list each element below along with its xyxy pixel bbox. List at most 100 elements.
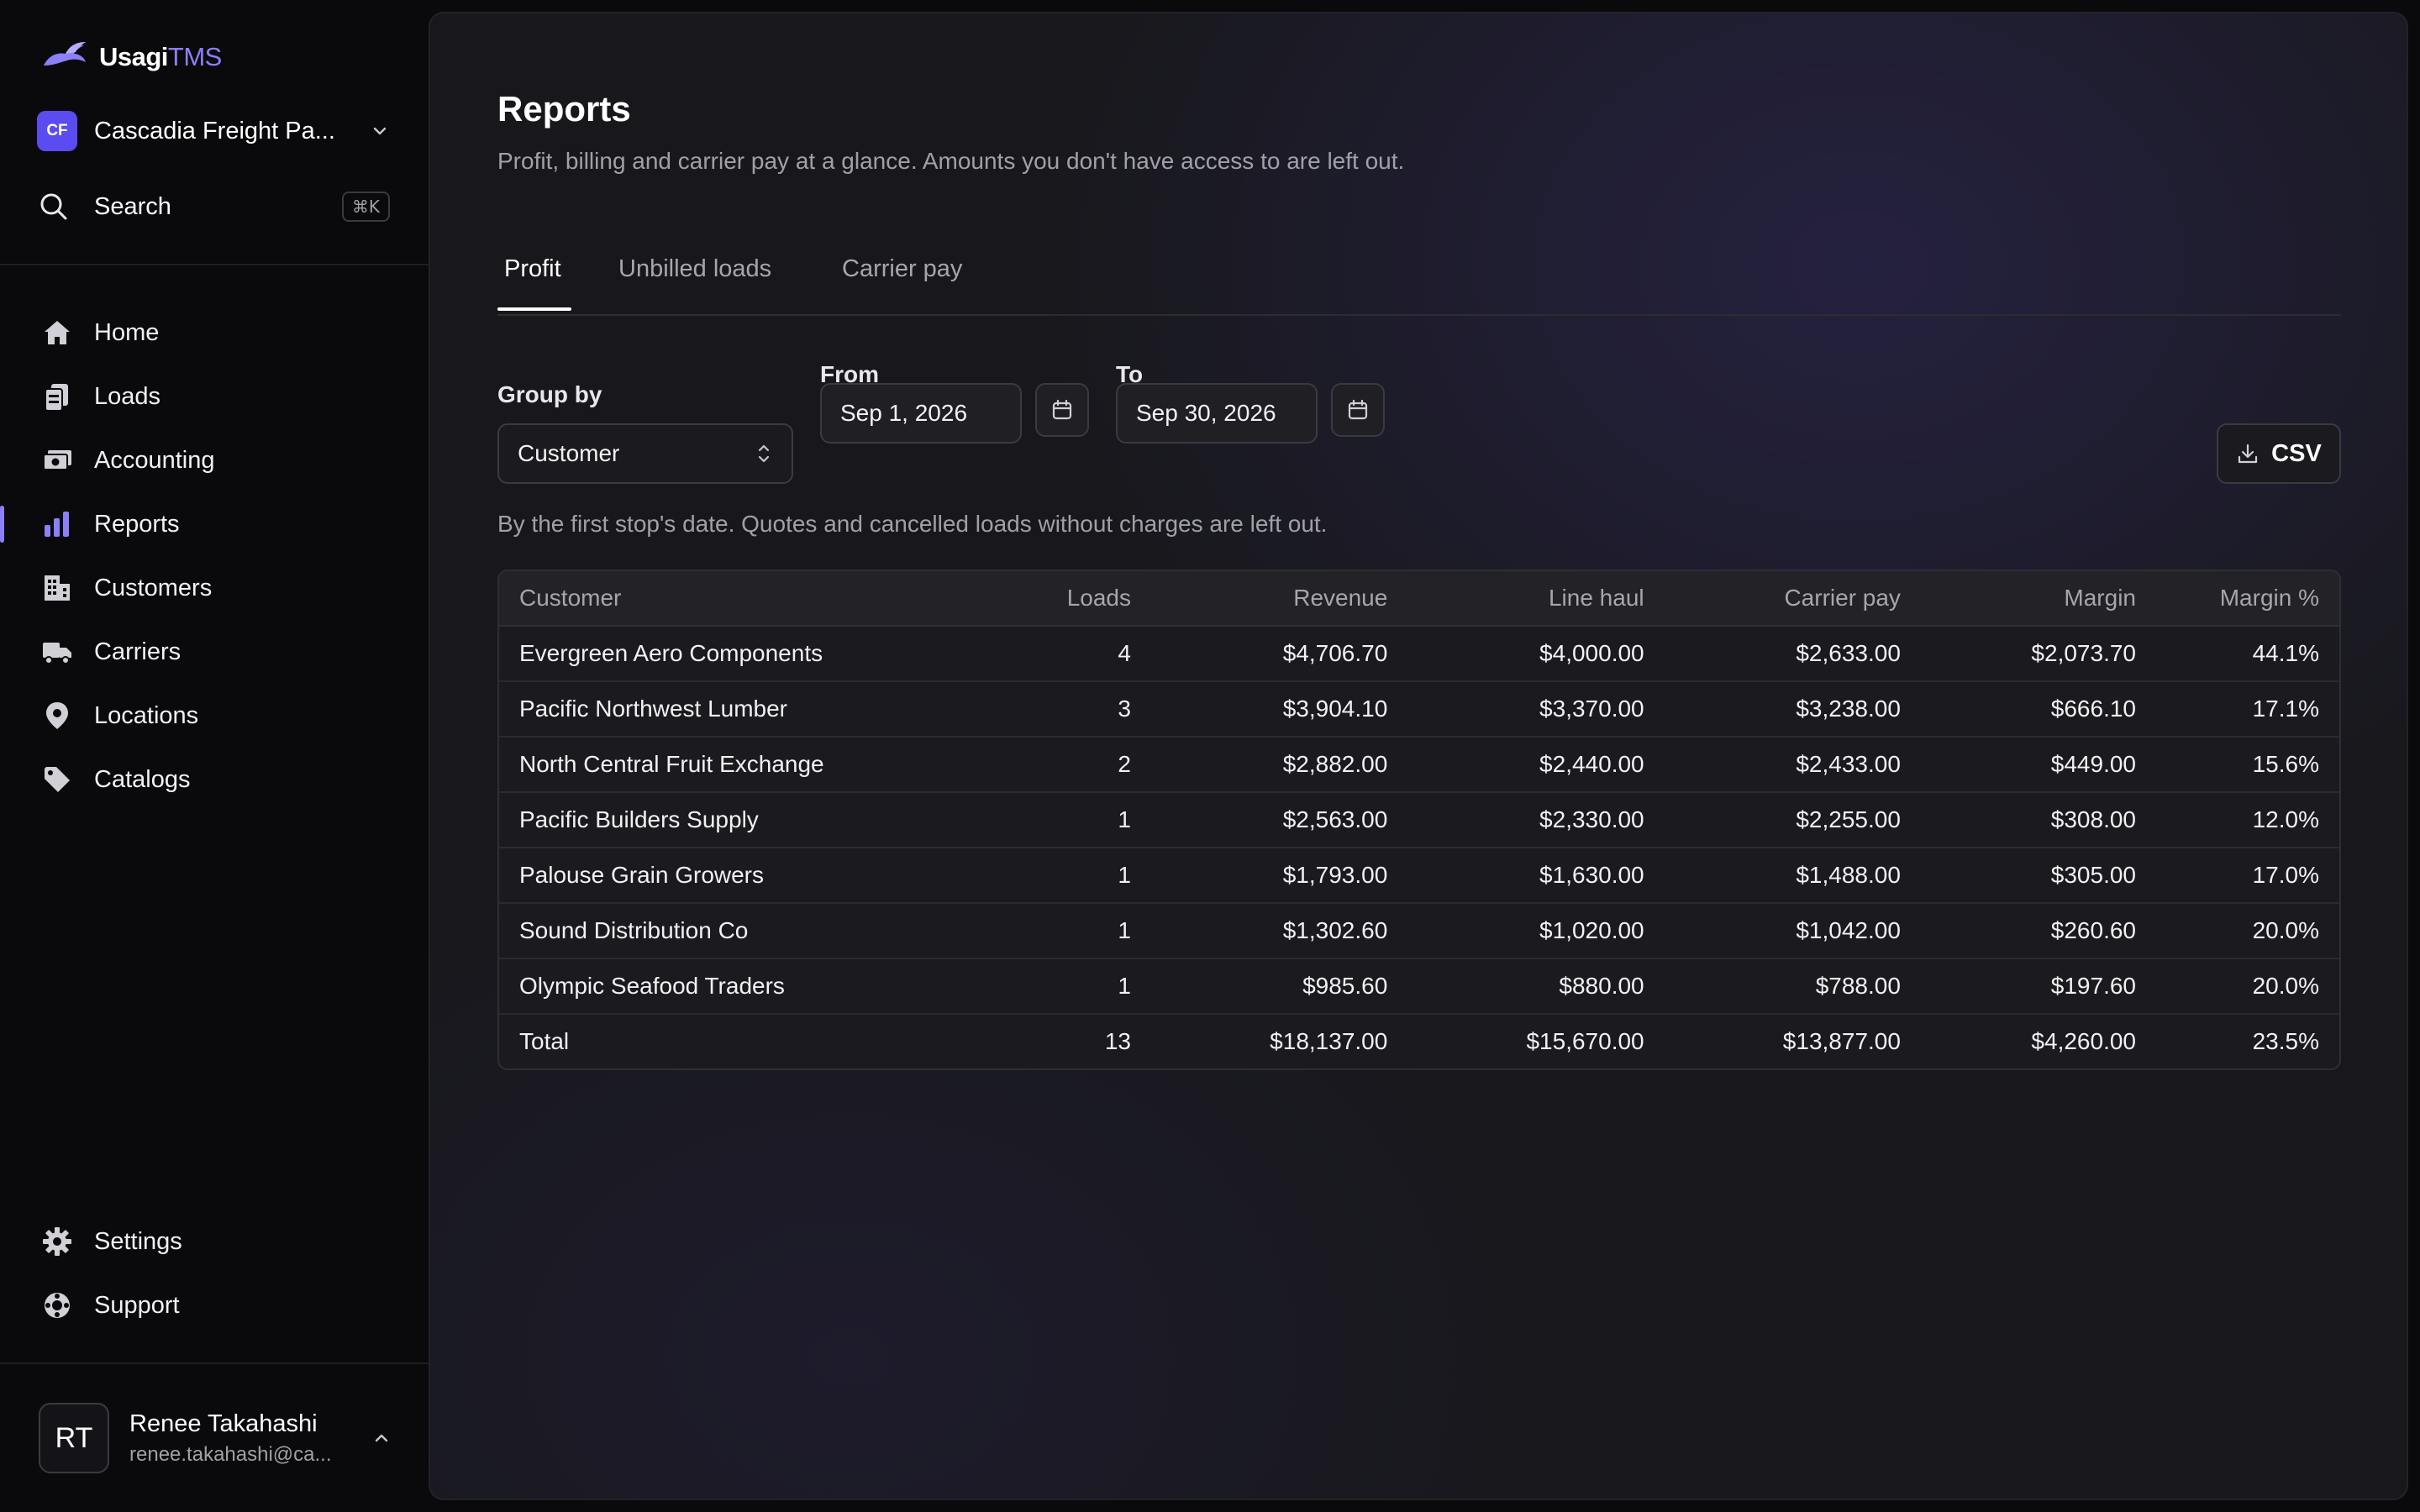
page-title: Reports (497, 89, 631, 129)
search-button[interactable]: Search ⌘K (37, 186, 390, 227)
nav-item-settings[interactable]: Settings (0, 1210, 429, 1273)
nav-label-locations: Locations (94, 701, 199, 729)
tab-profit[interactable]: Profit (504, 255, 561, 283)
cell-revenue: $1,793.00 (1151, 848, 1408, 904)
col-carrier-pay[interactable]: Carrier pay (1664, 571, 1921, 627)
to-date-input[interactable]: Sep 30, 2026 (1116, 383, 1318, 444)
cell-carrier-pay: $2,255.00 (1664, 792, 1921, 848)
loads-icon (40, 380, 74, 413)
table-row[interactable]: Olympic Seafood Traders 1 $985.60 $880.0… (499, 958, 2339, 1015)
home-icon (40, 316, 74, 349)
cell-loads: 4 (976, 626, 1151, 682)
reports-icon (40, 507, 74, 541)
table-row[interactable]: North Central Fruit Exchange 2 $2,882.00… (499, 737, 2339, 793)
from-date-input[interactable]: Sep 1, 2026 (820, 383, 1022, 444)
nav-label-customers: Customers (94, 574, 213, 601)
cell-margin-pct: 17.1% (2156, 681, 2339, 738)
nav-item-accounting[interactable]: Accounting (0, 428, 429, 492)
search-icon (40, 193, 67, 220)
nav-item-customers[interactable]: Customers (0, 556, 429, 620)
table-row[interactable]: Pacific Builders Supply 1 $2,563.00 $2,3… (499, 792, 2339, 848)
cell-loads: 1 (976, 792, 1151, 848)
rabbit-logo-icon (44, 42, 86, 66)
nav-item-catalogs[interactable]: Catalogs (0, 748, 429, 811)
col-line-haul[interactable]: Line haul (1407, 571, 1665, 627)
cell-customer: Pacific Northwest Lumber (499, 681, 976, 738)
csv-label: CSV (2271, 439, 2322, 467)
total-carrier-pay: $13,877.00 (1782, 1028, 1901, 1054)
nav-item-carriers[interactable]: Carriers (0, 620, 429, 684)
brand-name-part2: TMS (167, 42, 222, 71)
nav-label-settings: Settings (94, 1227, 182, 1255)
calendar-icon (1348, 399, 1368, 420)
sidebar-divider-bottom (0, 1362, 429, 1364)
cell-loads: 3 (976, 681, 1151, 738)
col-margin-pct[interactable]: Margin % (2156, 571, 2339, 627)
cell-margin: $2,073.70 (1920, 626, 2156, 682)
nav-item-locations[interactable]: Locations (0, 684, 429, 748)
nav-item-support[interactable]: Support (0, 1273, 429, 1337)
nav-label-carriers: Carriers (94, 638, 182, 665)
sidebar: UsagiTMS CF Cascadia Freight Pa... Searc… (0, 0, 429, 1512)
col-margin[interactable]: Margin (1920, 571, 2156, 627)
col-customer[interactable]: Customer (499, 571, 976, 627)
org-badge: CF (37, 111, 77, 151)
table-row[interactable]: Palouse Grain Growers 1 $1,793.00 $1,630… (499, 848, 2339, 904)
org-switcher[interactable]: CF Cascadia Freight Pa... (37, 111, 390, 151)
cell-margin: $305.00 (1920, 848, 2156, 904)
cell-carrier-pay: $788.00 (1664, 958, 1921, 1015)
cell-line-haul: $1,020.00 (1407, 903, 1665, 959)
cell-margin-pct: 20.0% (2156, 958, 2339, 1015)
nav-label-catalogs: Catalogs (94, 765, 191, 793)
nav-item-home[interactable]: Home (0, 301, 429, 365)
tab-carrier-pay[interactable]: Carrier pay (842, 255, 962, 283)
cell-customer: Olympic Seafood Traders (499, 958, 976, 1015)
cell-customer: Evergreen Aero Components (499, 626, 976, 682)
cell-margin-pct: 44.1% (2156, 626, 2339, 682)
cell-revenue: $4,706.70 (1151, 626, 1408, 682)
search-label: Search (94, 192, 171, 220)
user-email: renee.takahashi@ca... (129, 1442, 332, 1466)
group-by-value: Customer (518, 440, 620, 466)
total-line-haul: $15,670.00 (1526, 1028, 1644, 1054)
brand-logo[interactable]: UsagiTMS (40, 39, 222, 76)
nav-item-loads[interactable]: Loads (0, 365, 429, 428)
table-header-row: Customer Loads Revenue Line haul Carrier… (499, 571, 2339, 627)
col-loads[interactable]: Loads (976, 571, 1151, 627)
cell-customer: Pacific Builders Supply (499, 792, 976, 848)
csv-export-button[interactable]: CSV (2217, 423, 2341, 484)
cell-line-haul: $3,370.00 (1407, 681, 1665, 738)
cell-margin: $666.10 (1920, 681, 2156, 738)
table-row[interactable]: Evergreen Aero Components 4 $4,706.70 $4… (499, 626, 2339, 682)
nav-label-accounting: Accounting (94, 446, 215, 474)
avatar: RT (39, 1403, 109, 1473)
org-name: Cascadia Freight Pa... (94, 117, 335, 144)
chevron-down-icon (373, 127, 387, 135)
tab-unbilled-loads[interactable]: Unbilled loads (618, 255, 771, 283)
cell-loads: 2 (976, 737, 1151, 793)
group-by-select[interactable]: Customer (497, 423, 793, 484)
total-label: Total (519, 1028, 570, 1054)
cell-customer: North Central Fruit Exchange (499, 737, 976, 793)
search-shortcut-badge: ⌘K (341, 192, 390, 222)
total-margin-pct: 23.5% (2252, 1028, 2319, 1054)
from-date-picker-button[interactable] (1035, 383, 1089, 437)
cell-carrier-pay: $2,433.00 (1664, 737, 1921, 793)
gear-icon (40, 1225, 74, 1258)
cell-margin-pct: 17.0% (2156, 848, 2339, 904)
nav-label-support: Support (94, 1291, 180, 1319)
sidebar-divider (0, 264, 429, 265)
nav-item-reports[interactable]: Reports (0, 492, 429, 556)
chevron-up-icon (375, 1434, 388, 1442)
user-name: Renee Takahashi (129, 1410, 318, 1437)
user-menu[interactable]: RT Renee Takahashi renee.takahashi@ca... (39, 1403, 392, 1473)
cell-customer: Palouse Grain Growers (499, 848, 976, 904)
cell-line-haul: $880.00 (1407, 958, 1665, 1015)
cell-loads: 1 (976, 848, 1151, 904)
table-row[interactable]: Sound Distribution Co 1 $1,302.60 $1,020… (499, 903, 2339, 959)
report-tabs: Profit Unbilled loads Carrier pay (497, 240, 2341, 316)
table-row[interactable]: Pacific Northwest Lumber 3 $3,904.10 $3,… (499, 681, 2339, 738)
col-revenue[interactable]: Revenue (1151, 571, 1408, 627)
tag-icon (40, 763, 74, 796)
to-date-picker-button[interactable] (1331, 383, 1385, 437)
